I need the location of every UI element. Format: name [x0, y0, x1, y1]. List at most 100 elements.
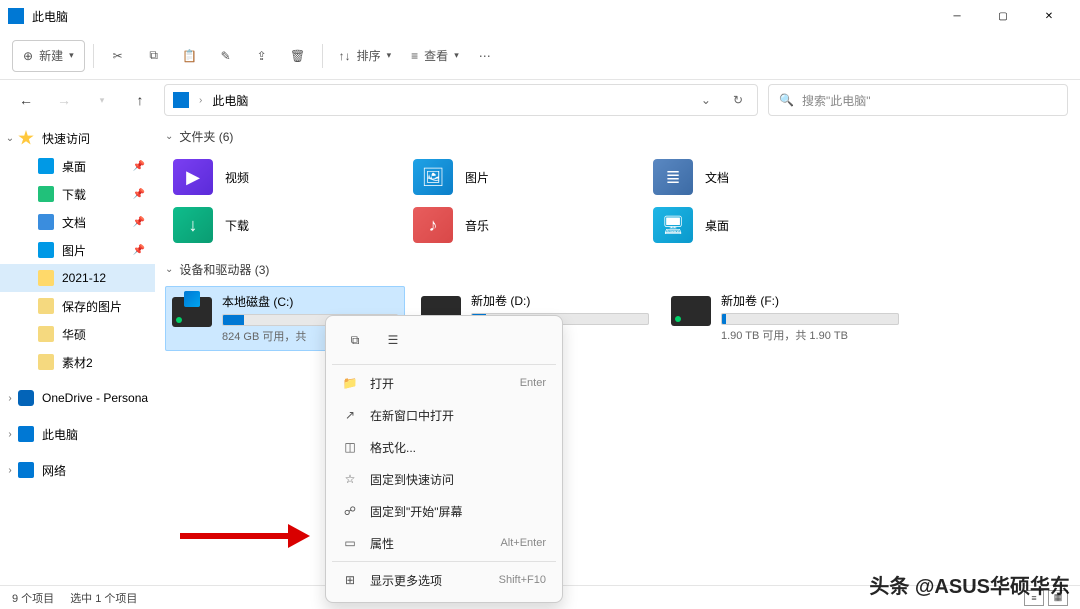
more-icon: ⋯: [479, 49, 491, 63]
pin-icon: 📌: [133, 245, 145, 256]
recent-button[interactable]: ▾: [88, 86, 116, 114]
copy-button[interactable]: ⧉: [138, 40, 170, 72]
ctx-copy-button[interactable]: ⧉: [338, 326, 372, 354]
separator: [332, 364, 556, 365]
sidebar-item-asus[interactable]: 华硕: [0, 320, 155, 348]
ctx-pin-quick[interactable]: ☆ 固定到快速访问: [332, 463, 556, 495]
ctx-properties[interactable]: ▭ 属性 Alt+Enter: [332, 527, 556, 559]
folder-icon: [38, 298, 54, 314]
sidebar-item-desktop[interactable]: 桌面 📌: [0, 152, 155, 180]
ctx-show-more[interactable]: ⊞ 显示更多选项 Shift+F10: [332, 564, 556, 596]
group-drives-header[interactable]: ⌄ 设备和驱动器 (3): [165, 261, 1080, 278]
delete-button[interactable]: 🗑: [282, 40, 314, 72]
sidebar-quick-access[interactable]: ⌄ 快速访问: [0, 124, 155, 152]
cut-icon: ✂: [110, 48, 126, 64]
new-button[interactable]: ⊕ 新建 ▾: [12, 40, 85, 72]
up-button[interactable]: ↑: [126, 86, 154, 114]
ctx-label: 属性: [370, 535, 394, 552]
sort-label: 排序: [357, 47, 381, 64]
ctx-open-new-window[interactable]: ↗ 在新窗口中打开: [332, 399, 556, 431]
view-button[interactable]: ≡ 查看 ▾: [403, 40, 467, 72]
sidebar-label: 网络: [42, 462, 66, 479]
group-title: 设备和驱动器 (3): [179, 261, 269, 278]
folder-music[interactable]: ♪ 音乐: [405, 201, 645, 249]
plus-icon: ⊕: [23, 49, 33, 63]
ctx-label: 固定到快速访问: [370, 471, 454, 488]
folder-pictures[interactable]: 🖼 图片: [405, 153, 645, 201]
pin-icon: ☍: [342, 504, 358, 518]
navbar: ← → ▾ ↑ › 此电脑 ⌄ ↻ 🔍 搜索"此电脑": [0, 80, 1080, 120]
sidebar-item-material2[interactable]: 素材2: [0, 348, 155, 376]
sort-icon: ↑↓: [339, 49, 351, 63]
chevron-right-icon: ›: [4, 465, 16, 476]
sidebar-network[interactable]: › 网络: [0, 456, 155, 484]
address-dropdown[interactable]: ⌄: [695, 93, 717, 107]
minimize-button[interactable]: ─: [934, 0, 980, 32]
chevron-down-icon: ⌄: [165, 131, 173, 142]
network-icon: [18, 462, 34, 478]
more-button[interactable]: ⋯: [471, 40, 499, 72]
pin-icon: 📌: [133, 189, 145, 200]
toolbar: ⊕ 新建 ▾ ✂ ⧉ 📋 ✎ ⇪ 🗑 ↑↓ 排序 ▾ ≡ 查看 ▾ ⋯: [0, 32, 1080, 80]
sidebar-label: 下载: [62, 186, 86, 203]
titlebar: 此电脑 ─ ▢ ✕: [0, 0, 1080, 32]
rename-button[interactable]: ✎: [210, 40, 242, 72]
folder-videos[interactable]: ▶ 视频: [165, 153, 405, 201]
ctx-format[interactable]: ◫ 格式化...: [332, 431, 556, 463]
pc-icon: [18, 426, 34, 442]
chevron-down-icon: ▾: [454, 50, 459, 61]
group-folders-header[interactable]: ⌄ 文件夹 (6): [165, 128, 1080, 145]
search-input[interactable]: 🔍 搜索"此电脑": [768, 84, 1068, 116]
ctx-rename-button[interactable]: ☰: [376, 326, 410, 354]
sort-button[interactable]: ↑↓ 排序 ▾: [331, 40, 400, 72]
folder-label: 文档: [705, 169, 729, 186]
item-count: 9 个项目: [12, 590, 54, 606]
folder-desktop[interactable]: 🖥 桌面: [645, 201, 885, 249]
more-icon: ⊞: [342, 573, 358, 587]
share-icon: ⇪: [254, 48, 270, 64]
sidebar-this-pc[interactable]: › 此电脑: [0, 420, 155, 448]
drive-f[interactable]: 新加卷 (F:) 1.90 TB 可用，共 1.90 TB: [665, 286, 905, 351]
sidebar-label: 图片: [62, 242, 86, 259]
sidebar-item-2021-12[interactable]: 2021-12: [0, 264, 155, 292]
sidebar-label: 保存的图片: [62, 298, 122, 315]
folder-documents[interactable]: ≣ 文档: [645, 153, 885, 201]
sidebar-item-downloads[interactable]: 下载 📌: [0, 180, 155, 208]
downloads-icon: ↓: [173, 207, 213, 243]
ctx-open[interactable]: 📁 打开 Enter: [332, 367, 556, 399]
folder-label: 音乐: [465, 217, 489, 234]
paste-button[interactable]: 📋: [174, 40, 206, 72]
drive-capacity-bar: [721, 313, 899, 325]
sidebar-label: OneDrive - Persona: [42, 391, 148, 405]
separator: [93, 44, 94, 68]
pc-icon: [173, 92, 189, 108]
share-button[interactable]: ⇪: [246, 40, 278, 72]
maximize-button[interactable]: ▢: [980, 0, 1026, 32]
back-button[interactable]: ←: [12, 86, 40, 114]
document-icon: [38, 214, 54, 230]
address-bar[interactable]: › 此电脑 ⌄ ↻: [164, 84, 758, 116]
content-pane: ⌄ 文件夹 (6) ▶ 视频 🖼 图片 ≣ 文档 ↓ 下载 ♪ 音乐: [155, 120, 1080, 585]
sidebar-onedrive[interactable]: › OneDrive - Persona: [0, 384, 155, 412]
new-label: 新建: [39, 47, 63, 64]
pictures-icon: 🖼: [413, 159, 453, 195]
forward-button[interactable]: →: [50, 86, 78, 114]
separator: [332, 561, 556, 562]
refresh-button[interactable]: ↻: [727, 93, 749, 107]
drive-icon: [172, 297, 212, 327]
folder-downloads[interactable]: ↓ 下载: [165, 201, 405, 249]
sidebar-label: 快速访问: [42, 130, 90, 147]
drive-name: 新加卷 (F:): [721, 292, 899, 309]
ctx-label: 打开: [370, 375, 394, 392]
sidebar-item-documents[interactable]: 文档 📌: [0, 208, 155, 236]
copy-icon: ⧉: [146, 48, 162, 64]
ctx-pin-start[interactable]: ☍ 固定到"开始"屏幕: [332, 495, 556, 527]
cut-button[interactable]: ✂: [102, 40, 134, 72]
drive-name: 新加卷 (D:): [471, 292, 649, 309]
folder-icon: 📁: [342, 376, 358, 390]
sidebar-item-pictures[interactable]: 图片 📌: [0, 236, 155, 264]
chevron-down-icon: ▾: [387, 50, 392, 61]
sidebar-item-saved-pics[interactable]: 保存的图片: [0, 292, 155, 320]
app-icon: [8, 8, 24, 24]
close-button[interactable]: ✕: [1026, 0, 1072, 32]
